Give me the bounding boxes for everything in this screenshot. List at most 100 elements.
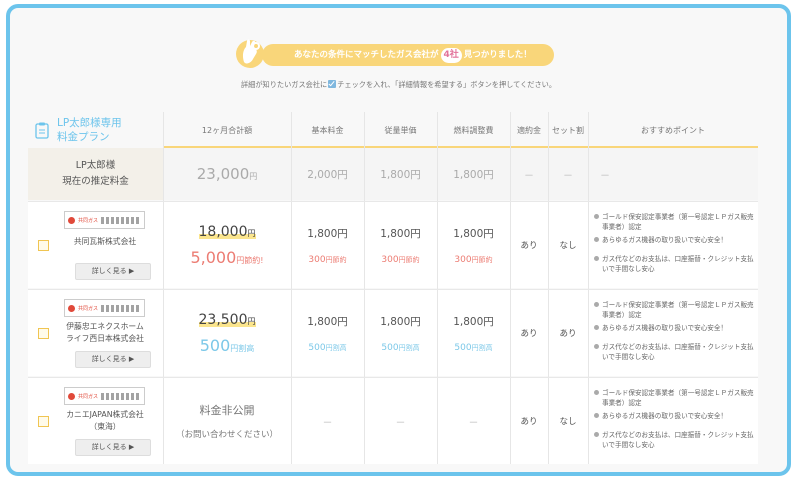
base-diff-unit: 円割高 bbox=[325, 343, 347, 352]
total-price-unit: 円 bbox=[247, 316, 256, 326]
detail-button[interactable]: 詳しく見る ▶ bbox=[75, 439, 151, 456]
unit-price-diff-unit: 円節約 bbox=[398, 255, 420, 264]
company-logo: 共同ガス bbox=[64, 387, 145, 405]
header-points: おすすめポイント bbox=[641, 125, 705, 135]
saving-amount: 5,000円節約! bbox=[190, 248, 263, 267]
detail-button[interactable]: 詳しく見る ▶ bbox=[75, 351, 151, 368]
total-price: 23,500円 bbox=[198, 311, 256, 328]
fuel-diff-value: 500 bbox=[454, 342, 472, 353]
point-item: ゴールド保安認定事業者（第一号認定ＬＰガス販売事業者）認定 bbox=[594, 212, 758, 232]
fuel-cell: 1,800円 500円割高 bbox=[437, 290, 510, 376]
match-count-badge: 4社 bbox=[440, 48, 462, 63]
row-divider bbox=[28, 201, 758, 202]
unit-price-value: 1,800円 bbox=[380, 315, 421, 328]
penalty-value: あり bbox=[520, 241, 538, 251]
logo-graphic bbox=[101, 216, 141, 224]
undisclosed-price: 料金非公開 bbox=[199, 404, 255, 417]
header-fuel-adjust: 燃料調整費 bbox=[453, 125, 494, 135]
estimate-base: 2,000円 bbox=[291, 148, 364, 200]
company-logo: 共同ガス bbox=[64, 299, 145, 317]
total-price-unit: 円 bbox=[247, 228, 256, 238]
header-base-fee: 基本料金 bbox=[311, 125, 344, 135]
fuel-value: 1,800円 bbox=[453, 227, 494, 240]
fuel-value: 1,800円 bbox=[453, 315, 494, 328]
result-banner: あなたの条件にマッチしたガス会社が 4社 見つかりました！ bbox=[10, 36, 787, 76]
column-divider bbox=[163, 112, 164, 464]
fuel-diff-value: 300 bbox=[454, 254, 472, 265]
column-divider bbox=[548, 112, 549, 464]
company-name-line1: 共同瓦斯株式会社 bbox=[73, 237, 137, 246]
set-value: あり bbox=[559, 329, 577, 339]
point-item: あらゆるガス機器の取り扱いで安心安全！ bbox=[594, 411, 758, 421]
base-value: 1,800円 bbox=[307, 315, 348, 328]
unit-price-diff-value: 300 bbox=[381, 254, 399, 265]
unit-price-cell: 1,800円 500円割高 bbox=[364, 290, 437, 376]
company-checkbox[interactable] bbox=[38, 328, 49, 339]
estimate-label-line2: 現在の推定料金 bbox=[62, 176, 129, 187]
plan-title-line2: 料金プラン bbox=[57, 131, 110, 143]
base-diff-value: 500 bbox=[308, 342, 326, 353]
company-row: 共同ガス カニエJAPAN株式会社 （東海） 詳しく見る ▶ 料金非公開 （お問… bbox=[28, 378, 758, 464]
estimate-row: LP太郎様 現在の推定料金 23,000円 2,000円 1,800円 1,80… bbox=[28, 148, 758, 200]
fuel-cell: 1,800円 300円節約 bbox=[437, 202, 510, 288]
header-penalty: 適約金 bbox=[517, 125, 541, 135]
instruction-after: チェックを入れ、「詳細情報を希望する」ボタンを押してください。 bbox=[337, 80, 557, 89]
company-name: 伊藤忠エネクスホーム ライフ西日本株式会社 bbox=[53, 321, 157, 345]
estimate-total-value: 23,000 bbox=[196, 165, 250, 183]
detail-button[interactable]: 詳しく見る ▶ bbox=[75, 263, 151, 280]
point-item: ゴールド保安認定事業者（第一号認定ＬＰガス販売事業者）認定 bbox=[594, 300, 758, 320]
flame-logo-icon bbox=[68, 392, 75, 400]
instruction-text: 詳細が知りたいガス会社に チェックを入れ、「詳細情報を希望する」ボタンを押してくだ… bbox=[10, 80, 787, 90]
header-unit-price: 従量単価 bbox=[384, 125, 417, 135]
estimate-label-line1: LP太郎様 bbox=[75, 160, 116, 171]
company-row: 共同ガス 共同瓦斯株式会社 詳しく見る ▶ 18,000円 5,000円節約! … bbox=[28, 202, 758, 288]
unit-price-diff: 300円節約 bbox=[381, 255, 419, 265]
base-diff: 300円節約 bbox=[308, 255, 346, 265]
penalty-value: あり bbox=[520, 417, 538, 427]
logo-text: 共同ガス bbox=[78, 217, 99, 224]
base-diff: 500円割高 bbox=[308, 343, 346, 353]
header-set-discount: セット割 bbox=[552, 125, 584, 135]
unit-price-value: － bbox=[395, 417, 406, 429]
base-diff-unit: 円節約 bbox=[325, 255, 347, 264]
surcharge-amount: 500円割高 bbox=[200, 336, 255, 355]
fuel-diff-unit: 円割高 bbox=[471, 343, 493, 352]
base-value: 1,800円 bbox=[307, 227, 348, 240]
recommend-points: ゴールド保安認定事業者（第一号認定ＬＰガス販売事業者）認定 あらゆるガス機器の取… bbox=[594, 388, 758, 453]
unit-price-diff-unit: 円割高 bbox=[398, 343, 420, 352]
estimate-penalty: － bbox=[510, 148, 548, 200]
recommend-points: ゴールド保安認定事業者（第一号認定ＬＰガス販売事業者）認定 あらゆるガス機器の取… bbox=[594, 212, 758, 277]
total-cell: 料金非公開 （お問い合わせください） bbox=[163, 378, 291, 464]
column-divider bbox=[588, 112, 589, 464]
flame-logo-icon bbox=[68, 304, 75, 312]
instruction-before: 詳細が知りたいガス会社に bbox=[240, 80, 328, 89]
logo-graphic bbox=[101, 392, 141, 400]
banner-text-before: あなたの条件にマッチしたガス会社が bbox=[294, 50, 439, 60]
base-diff-value: 300 bbox=[308, 254, 326, 265]
point-item: ガス代などのお支払は、口座振替・クレジット支払いで手間なし安心 bbox=[594, 254, 758, 274]
company-checkbox[interactable] bbox=[38, 240, 49, 251]
column-divider bbox=[437, 112, 438, 464]
total-cell: 18,000円 5,000円節約! bbox=[163, 202, 291, 288]
total-cell: 23,500円 500円割高 bbox=[163, 290, 291, 376]
price-comparison-table: LP太郎様専用 料金プラン 12ヶ月合計額 基本料金 従量単価 燃料調整費 適約金… bbox=[28, 112, 758, 464]
column-divider bbox=[510, 112, 511, 464]
company-name-line2: （東海） bbox=[89, 422, 121, 431]
set-value: なし bbox=[559, 241, 577, 251]
total-price-value: 23,500 bbox=[198, 311, 248, 328]
saving-unit: 円節約! bbox=[236, 255, 264, 265]
unit-price-diff-value: 500 bbox=[381, 342, 399, 353]
header-total: 12ヶ月合計額 bbox=[201, 125, 253, 135]
column-divider bbox=[364, 112, 365, 464]
unit-price-diff: 500円割高 bbox=[381, 343, 419, 353]
column-divider bbox=[291, 112, 292, 464]
company-checkbox[interactable] bbox=[38, 416, 49, 427]
point-item: ゴールド保安認定事業者（第一号認定ＬＰガス販売事業者）認定 bbox=[594, 388, 758, 408]
logo-text: 共同ガス bbox=[78, 305, 99, 312]
total-price-value: 18,000 bbox=[198, 223, 248, 240]
saving-value: 5,000 bbox=[190, 247, 237, 267]
unit-price-cell: 1,800円 300円節約 bbox=[364, 202, 437, 288]
point-item: あらゆるガス機器の取り扱いで安心安全！ bbox=[594, 235, 758, 245]
result-panel: あなたの条件にマッチしたガス会社が 4社 見つかりました！ 詳細が知りたいガス会社に… bbox=[6, 4, 791, 476]
unit-price-value: 1,800円 bbox=[380, 227, 421, 240]
